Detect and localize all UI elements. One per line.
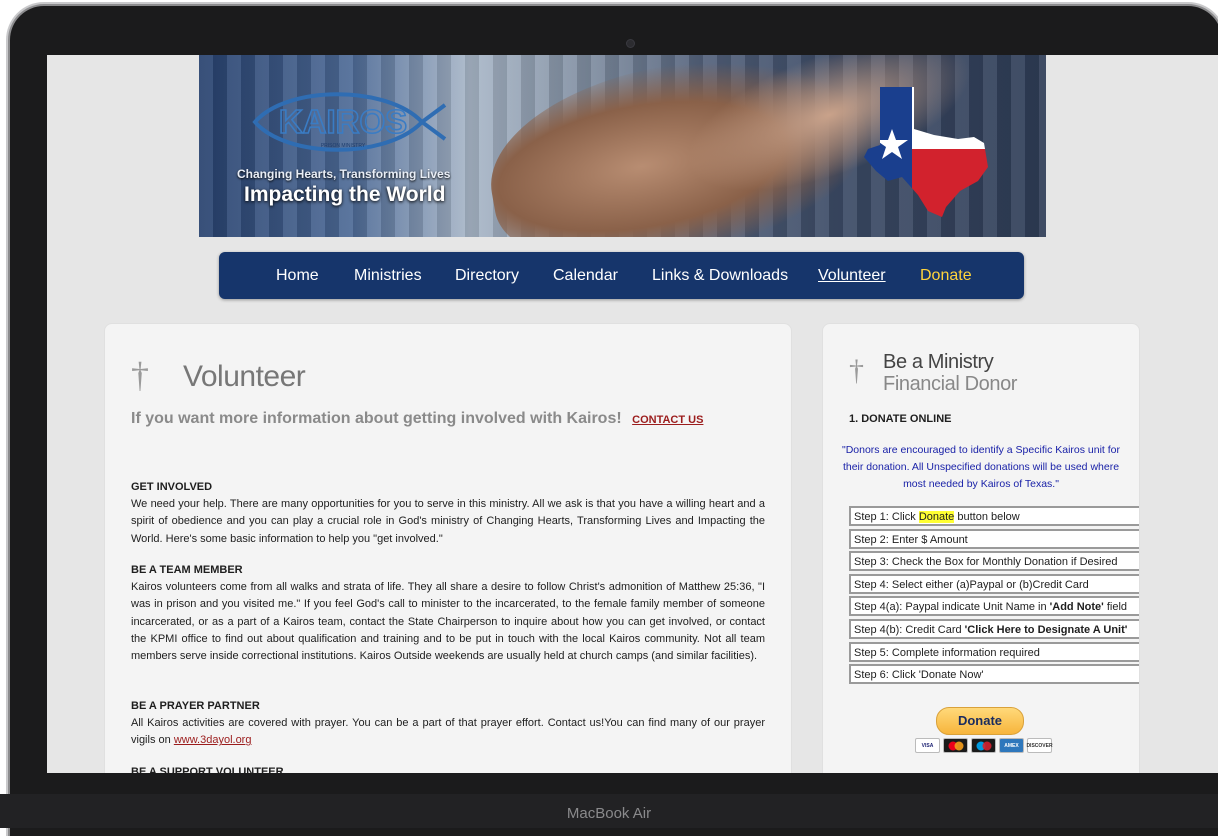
donation-steps: Step 1: Click Donate button below Step 2… <box>849 506 1139 687</box>
sidebar-title-line1: Be a Ministry <box>883 351 994 373</box>
step-row: Step 2: Enter $ Amount <box>849 528 1139 549</box>
step-row: Step 1: Click Donate button below <box>849 506 1139 526</box>
step-row: Step 4: Select either (a)Paypal or (b)Cr… <box>849 573 1139 594</box>
cross-icon: † <box>849 354 864 387</box>
section-heading: GET INVOLVED <box>131 481 213 493</box>
section-heading: BE A TEAM MEMBER <box>131 564 243 576</box>
section-paragraph: Kairos volunteers come from all walks an… <box>131 581 765 663</box>
contact-us-link[interactable]: CONTACT US <box>632 414 703 426</box>
donate-online-heading: 1. DONATE ONLINE <box>849 413 952 425</box>
banner-headline: Impacting the World <box>244 183 446 206</box>
main-navigation: Home Ministries Directory Calendar Links… <box>219 252 1024 299</box>
3dayol-link[interactable]: www.3dayol.org <box>174 734 252 746</box>
section-prayer-partner: BE A PRAYER PARTNER All Kairos activitie… <box>131 698 765 750</box>
texas-flag-map-icon <box>864 87 988 217</box>
step-row: Step 5: Complete information required <box>849 641 1139 662</box>
page-title: Volunteer <box>183 360 306 393</box>
cross-icon: † <box>131 355 149 395</box>
step-row: Step 4(b): Credit Card 'Click Here to De… <box>849 618 1139 639</box>
nav-donate[interactable]: Donate <box>920 267 972 285</box>
nav-home[interactable]: Home <box>276 267 319 285</box>
banner-tagline: Changing Hearts, Transforming Lives <box>237 167 451 181</box>
volunteer-content-panel: † Volunteer If you want more information… <box>104 323 792 773</box>
maestro-icon <box>971 738 996 753</box>
section-get-involved: GET INVOLVED We need your help. There ar… <box>131 479 765 548</box>
logo-text: KAIROS <box>279 103 407 140</box>
discover-icon: DISCOVER <box>1026 738 1053 753</box>
section-heading: BE A SUPPORT VOLUNTEER <box>131 766 284 773</box>
sidebar-title-line2: Financial Donor <box>883 373 1018 395</box>
logo-subtext: PRISON MINISTRY <box>321 143 366 149</box>
amex-icon: AMEX <box>999 738 1024 753</box>
browser-viewport: KAIROS PRISON MINISTRY Changing Hearts, … <box>47 55 1218 773</box>
nav-ministries[interactable]: Ministries <box>354 267 422 285</box>
paypal-donate-button[interactable]: Donate <box>936 707 1024 735</box>
intro-text: If you want more information about getti… <box>131 410 704 427</box>
camera-icon <box>626 39 635 48</box>
step-row: Step 3: Check the Box for Monthly Donati… <box>849 551 1139 572</box>
payment-cards: VISA AMEX DISCOVER <box>915 738 1053 753</box>
donor-quote: "Donors are encouraged to identify a Spe… <box>841 444 1121 490</box>
kairos-fish-logo-icon[interactable]: KAIROS PRISON MINISTRY <box>247 87 447 157</box>
donor-sidebar: † Be a Ministry Financial Donor 1. DONAT… <box>822 323 1140 773</box>
step-row: Step 4(a): Paypal indicate Unit Name in … <box>849 596 1139 617</box>
section-paragraph: We need your help. There are many opport… <box>131 498 765 545</box>
nav-volunteer[interactable]: Volunteer <box>818 267 886 285</box>
device-label: MacBook Air <box>566 805 652 822</box>
visa-icon: VISA <box>915 738 940 753</box>
step-row: Step 6: Click 'Donate Now' <box>849 664 1139 685</box>
nav-calendar[interactable]: Calendar <box>553 267 618 285</box>
nav-links-downloads[interactable]: Links & Downloads <box>652 267 788 285</box>
section-team-member: BE A TEAM MEMBER Kairos volunteers come … <box>131 562 765 665</box>
nav-directory[interactable]: Directory <box>455 267 519 285</box>
section-heading: BE A PRAYER PARTNER <box>131 700 260 712</box>
header-banner: KAIROS PRISON MINISTRY Changing Hearts, … <box>199 55 1046 237</box>
section-support-volunteer: BE A SUPPORT VOLUNTEER <box>131 764 765 773</box>
mastercard-icon <box>943 738 968 753</box>
